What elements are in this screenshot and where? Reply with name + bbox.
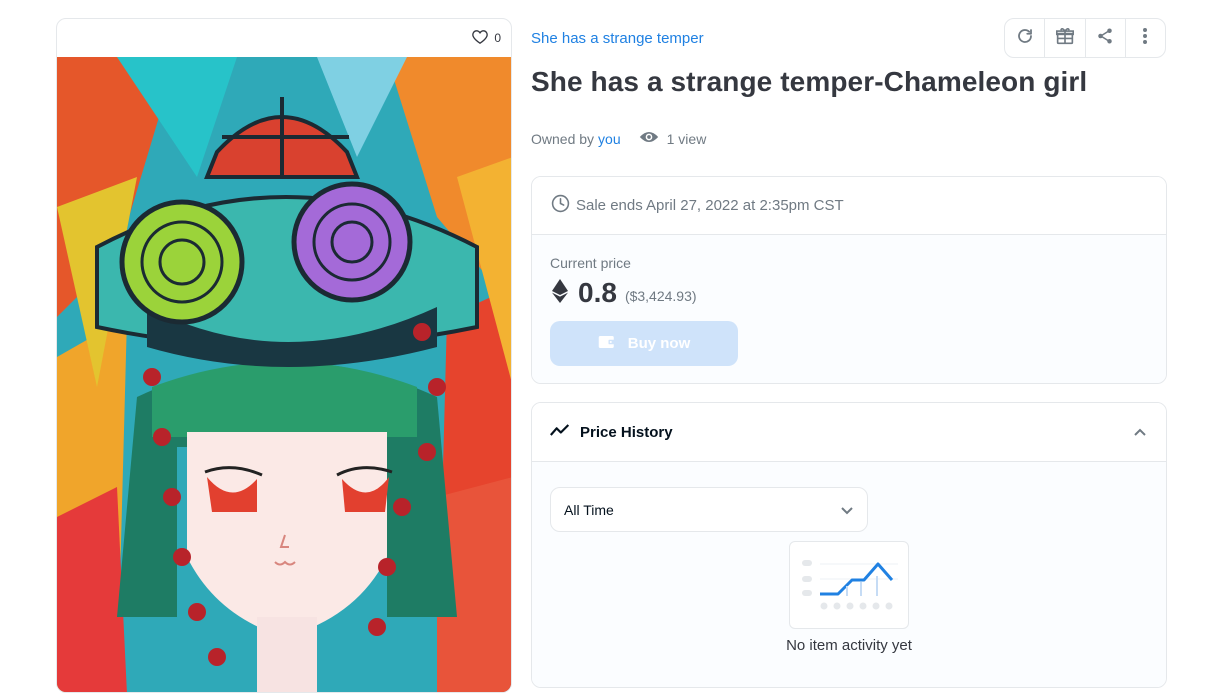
time-range-select[interactable]: All Time xyxy=(550,487,868,532)
favorite-count: 0 xyxy=(494,31,501,45)
view-count: 1 view xyxy=(639,130,707,147)
artwork-header: 0 xyxy=(57,19,511,57)
artwork-image[interactable] xyxy=(57,57,511,692)
artwork-card: 0 xyxy=(56,18,512,693)
buy-now-label: Buy now xyxy=(627,335,691,352)
wallet-icon xyxy=(598,334,616,354)
price-value: 0.8 xyxy=(578,277,617,308)
empty-activity-message: No item activity yet xyxy=(786,637,912,654)
price-history-body: All Time No item activity yet xyxy=(532,462,1166,687)
item-actions xyxy=(1004,18,1166,58)
price-history-title: Price History xyxy=(580,423,673,441)
chevron-up-icon xyxy=(1134,423,1146,441)
view-count-label: 1 view xyxy=(666,130,707,147)
price-history-panel: Price History All Time No item activity … xyxy=(531,402,1167,688)
item-title: She has a strange temper-Chameleon girl xyxy=(531,66,1088,97)
gift-icon xyxy=(1055,27,1075,50)
empty-chart-illustration xyxy=(789,541,909,629)
chevron-down-icon xyxy=(841,502,853,518)
item-meta: Owned by you 1 view xyxy=(531,130,706,147)
heart-icon xyxy=(472,29,489,47)
refresh-icon xyxy=(1016,27,1034,50)
eye-icon xyxy=(639,130,659,147)
trend-icon xyxy=(550,423,570,442)
owner-link[interactable]: you xyxy=(598,131,621,147)
price-section: Current price 0.8 ($3,424.93) Buy now xyxy=(532,235,1166,383)
ethereum-icon xyxy=(550,278,570,308)
clock-icon xyxy=(551,194,570,217)
share-button[interactable] xyxy=(1086,19,1126,57)
buy-now-button[interactable]: Buy now xyxy=(550,321,738,366)
sale-panel: Sale ends April 27, 2022 at 2:35pm CST C… xyxy=(531,176,1167,384)
price-history-header[interactable]: Price History xyxy=(532,403,1166,462)
time-range-value: All Time xyxy=(564,501,614,518)
refresh-button[interactable] xyxy=(1005,19,1046,57)
transfer-button[interactable] xyxy=(1045,19,1086,57)
more-vert-icon xyxy=(1142,27,1148,50)
more-button[interactable] xyxy=(1126,19,1165,57)
favorite-button[interactable]: 0 xyxy=(472,29,501,47)
share-icon xyxy=(1096,27,1114,50)
price-row: 0.8 ($3,424.93) xyxy=(550,277,1148,309)
sale-end-text: Sale ends April 27, 2022 at 2:35pm CST xyxy=(576,197,844,214)
price-label: Current price xyxy=(550,255,631,271)
sale-end-row: Sale ends April 27, 2022 at 2:35pm CST xyxy=(532,177,1166,235)
owned-by-label: Owned by xyxy=(531,130,595,147)
collection-link[interactable]: She has a strange temper xyxy=(531,30,704,47)
price-usd: ($3,424.93) xyxy=(624,288,697,304)
